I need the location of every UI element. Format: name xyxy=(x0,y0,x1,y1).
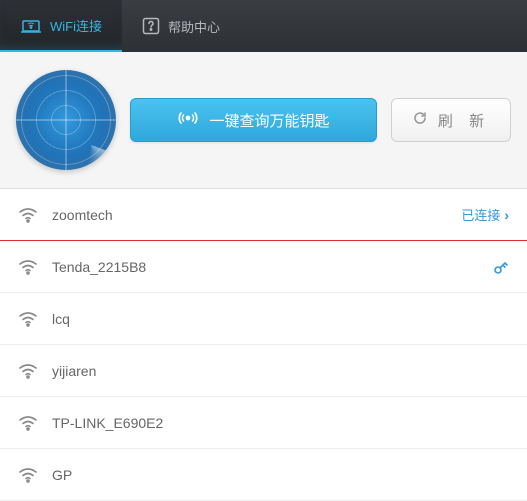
radar-icon xyxy=(16,70,116,170)
wifi-signal-icon xyxy=(18,311,38,327)
network-list: zoomtech 已连接 › Tenda_2215B8 › xyxy=(0,189,527,501)
wifi-signal-icon xyxy=(18,363,38,379)
network-name: zoomtech xyxy=(52,207,447,223)
broadcast-icon xyxy=(177,109,199,131)
network-item[interactable]: yijiaren › xyxy=(0,345,527,397)
network-name: yijiaren xyxy=(52,363,509,379)
header-bar: WiFi连接 帮助中心 xyxy=(0,0,527,52)
network-item[interactable]: Tenda_2215B8 › xyxy=(0,241,527,293)
wifi-signal-icon xyxy=(18,415,38,431)
scan-button-label: 一键查询万能钥匙 xyxy=(209,110,329,131)
network-item[interactable]: TP-LINK_E690E2 › xyxy=(0,397,527,449)
tab-wifi-label: WiFi连接 xyxy=(50,16,102,35)
key-icon xyxy=(493,259,509,275)
wifi-signal-icon xyxy=(18,207,38,223)
laptop-wifi-icon xyxy=(20,16,42,34)
refresh-icon xyxy=(412,110,428,130)
network-name: GP xyxy=(52,467,509,483)
scan-button[interactable]: 一键查询万能钥匙 xyxy=(130,98,377,142)
refresh-button-label: 刷 新 xyxy=(438,110,490,131)
network-item[interactable]: lcq › xyxy=(0,293,527,345)
wifi-signal-icon xyxy=(18,467,38,483)
connected-label: 已连接 xyxy=(461,205,500,224)
tab-help-label: 帮助中心 xyxy=(168,17,220,36)
wifi-signal-icon xyxy=(18,259,38,275)
help-icon xyxy=(142,17,160,35)
tab-help[interactable]: 帮助中心 xyxy=(122,0,240,52)
network-name: Tenda_2215B8 xyxy=(52,259,479,275)
network-name: lcq xyxy=(52,311,509,327)
toolbar: 一键查询万能钥匙 刷 新 xyxy=(0,52,527,189)
network-item[interactable]: zoomtech 已连接 › xyxy=(0,189,527,241)
network-item[interactable]: GP › xyxy=(0,449,527,501)
network-name: TP-LINK_E690E2 xyxy=(52,415,509,431)
chevron-right-icon: › xyxy=(504,207,509,223)
tab-wifi[interactable]: WiFi连接 xyxy=(0,0,122,52)
refresh-button[interactable]: 刷 新 xyxy=(391,98,511,142)
network-status: 已连接 › xyxy=(461,205,509,224)
